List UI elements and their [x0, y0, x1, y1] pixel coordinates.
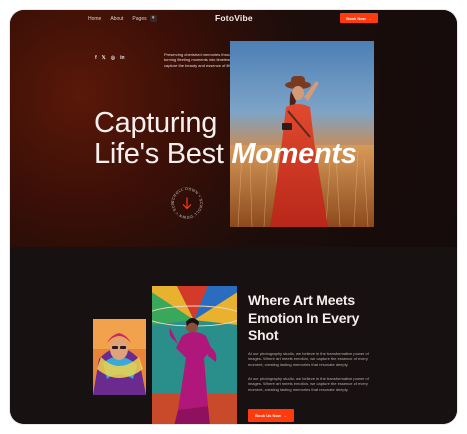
instagram-icon[interactable]: ◎ — [111, 55, 115, 61]
facebook-icon[interactable]: f — [95, 55, 97, 61]
book-now-label: Book Now — [346, 15, 366, 21]
about-photo-large — [152, 286, 237, 424]
small-photo-illustration — [93, 319, 146, 395]
chevron-down-icon: ▾ — [149, 15, 157, 22]
arrow-right-icon: → — [282, 413, 287, 418]
main-nav: Home About Pages ▾ — [88, 15, 157, 22]
headline-line-2: Life's Best — [94, 138, 224, 170]
book-now-button[interactable]: Book Now → — [340, 13, 378, 23]
about-title: Where Art Meets Emotion In Every Shot — [248, 292, 360, 343]
headline-emphasis: Moments — [231, 138, 357, 170]
hero-headline: Capturing Life's Best Moments — [94, 108, 357, 170]
headline-line-1: Capturing — [94, 107, 218, 139]
twitter-icon[interactable]: 𝕏 — [102, 55, 106, 61]
hero-section: Home About Pages ▾ FotoVibe Book Now → f… — [10, 10, 457, 247]
about-photo-small — [93, 319, 146, 395]
nav-home[interactable]: Home — [88, 16, 101, 22]
about-section: Where Art Meets Emotion In Every Shot At… — [10, 247, 457, 424]
scroll-down-badge[interactable]: SCROLL DOWN • SCROLL DOWN • SCROLL DOWN … — [168, 183, 204, 220]
scroll-badge-graphic: SCROLL DOWN • SCROLL DOWN • SCROLL DOWN … — [168, 183, 203, 219]
brand-logo[interactable]: FotoVibe — [215, 13, 253, 23]
arrow-right-icon: → — [367, 15, 372, 21]
social-links: f 𝕏 ◎ in — [95, 55, 125, 61]
book-us-now-label: Book Us Now — [255, 413, 281, 418]
about-paragraph-2: At our photography studio, we believe in… — [248, 376, 369, 392]
large-photo-illustration — [152, 286, 237, 424]
page-frame: Home About Pages ▾ FotoVibe Book Now → f… — [10, 10, 457, 424]
nav-about[interactable]: About — [110, 16, 123, 22]
linkedin-icon[interactable]: in — [120, 55, 124, 61]
arrow-down-icon — [182, 197, 192, 210]
nav-pages[interactable]: Pages ▾ — [132, 15, 157, 22]
about-paragraph-1: At our photography studio, we believe in… — [248, 351, 369, 367]
nav-pages-label: Pages — [132, 15, 147, 22]
book-us-now-button[interactable]: Book Us Now → — [248, 409, 294, 422]
